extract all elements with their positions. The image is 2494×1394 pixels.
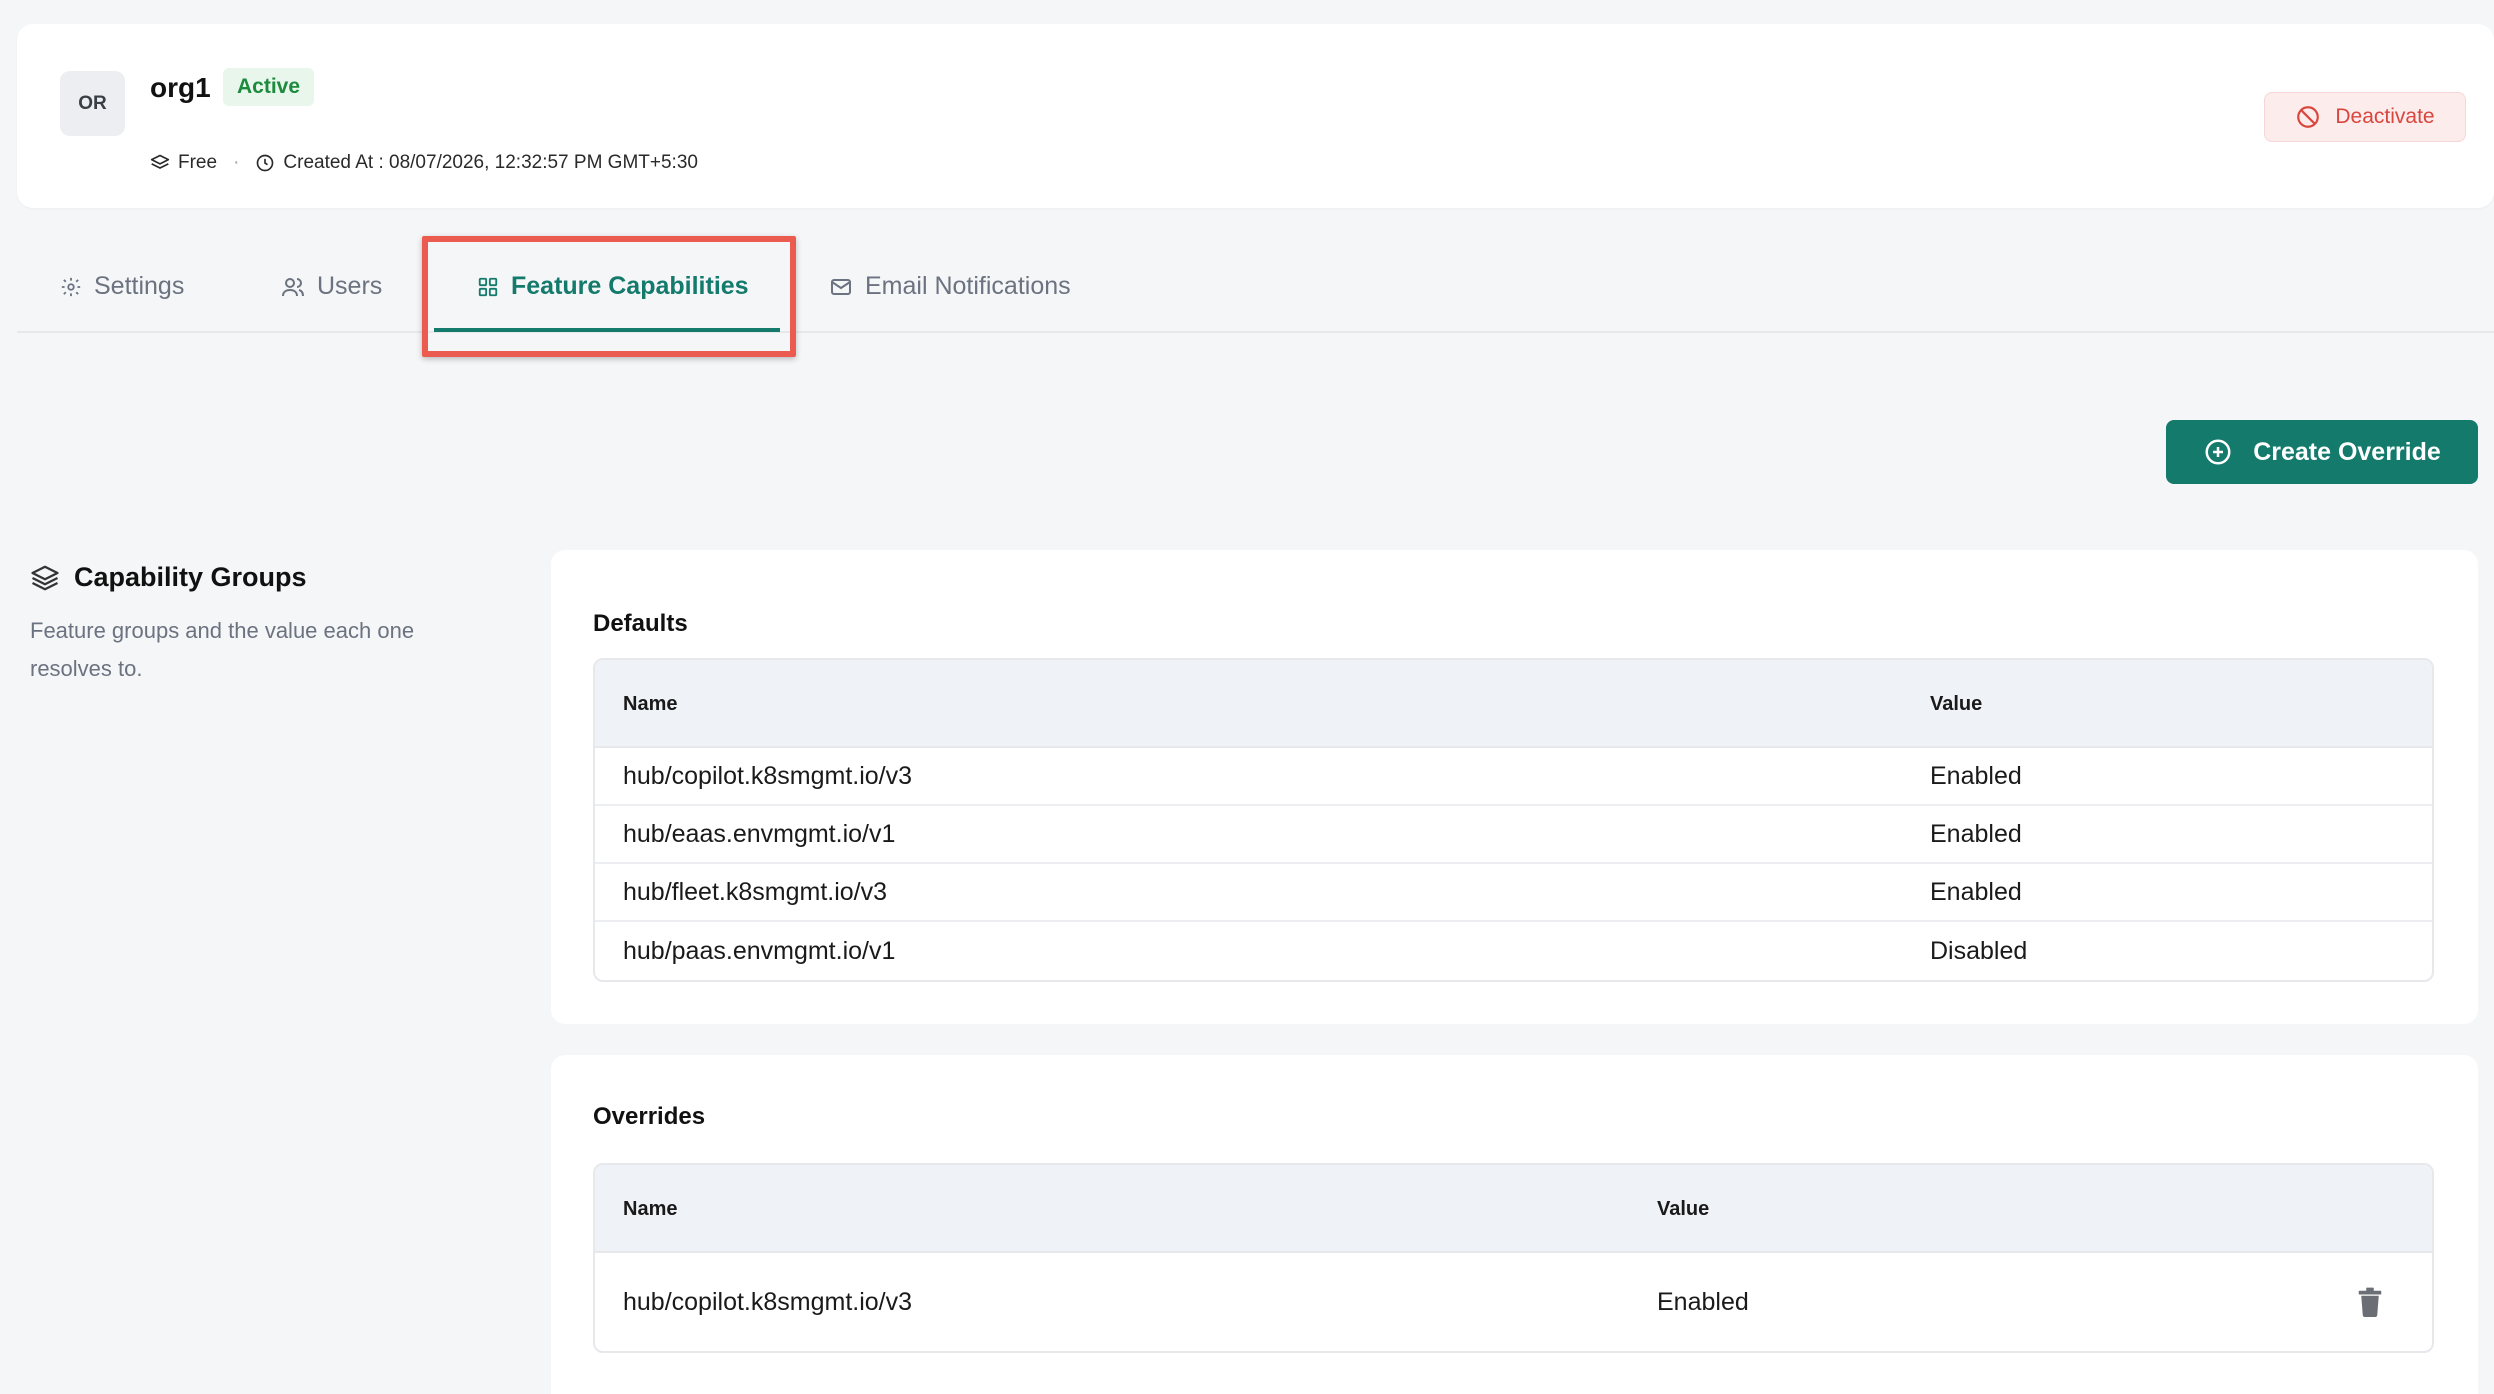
create-override-button[interactable]: Create Override (2166, 420, 2478, 484)
plan-label: Free (178, 152, 218, 173)
org-header-card: OR org1 Active Free · Created At : 08/07… (17, 24, 2494, 208)
column-header-name: Name (623, 692, 678, 715)
deactivate-label: Deactivate (2335, 105, 2435, 128)
capability-groups-heading: Capability Groups (30, 562, 307, 593)
table-header: Name Value (595, 660, 2432, 748)
row-value: Enabled (1930, 877, 2022, 906)
created-at: Created At : 08/07/2026, 12:32:57 PM GMT… (283, 152, 698, 173)
ban-icon (2297, 106, 2320, 128)
table-row: hub/copilot.k8smgmt.io/v3 Enabled (595, 1253, 2432, 1351)
tab-email-notifications-label: Email Notifications (865, 272, 1071, 300)
table-header: Name Value (595, 1165, 2432, 1253)
mail-icon (831, 278, 851, 295)
row-name: hub/fleet.k8smgmt.io/v3 (623, 877, 888, 906)
column-header-value: Value (1930, 692, 1983, 715)
row-value: Enabled (1657, 1287, 1749, 1316)
users-icon (282, 277, 304, 296)
row-name: hub/paas.envmgmt.io/v1 (623, 936, 896, 965)
tab-email-notifications[interactable]: Email Notifications (829, 240, 1071, 333)
page: OR org1 Active Free · Created At : 08/07… (0, 0, 2494, 1394)
defaults-title: Defaults (593, 610, 688, 637)
org-name: org1 (150, 72, 211, 103)
create-override-label: Create Override (2253, 437, 2441, 466)
org-meta: Free · Created At : 08/07/2026, 12:32:57… (150, 152, 698, 174)
table-row: hub/fleet.k8smgmt.io/v3 Enabled (595, 864, 2432, 922)
overrides-title: Overrides (593, 1103, 706, 1130)
column-header-name: Name (623, 1197, 678, 1220)
row-value: Disabled (1930, 936, 2028, 965)
capability-groups-description: Feature groups and the value each one re… (30, 618, 415, 681)
layers-icon (31, 565, 59, 590)
layers-icon (150, 154, 170, 169)
row-value: Enabled (1930, 761, 2022, 790)
tab-settings-label: Settings (94, 272, 185, 300)
capability-groups-title: Capability Groups (74, 562, 307, 592)
tab-users[interactable]: Users (281, 240, 382, 333)
deactivate-button[interactable]: Deactivate (2264, 92, 2466, 142)
status-badge: Active (223, 68, 315, 106)
tab-users-label: Users (317, 272, 383, 300)
defaults-table: Name Value hub/copilot.k8smgmt.io/v3 Ena… (593, 658, 2434, 982)
row-value: Enabled (1930, 819, 2022, 848)
column-header-value: Value (1657, 1197, 1710, 1220)
tab-settings[interactable]: Settings (60, 240, 184, 333)
overrides-table: Name Value hub/copilot.k8smgmt.io/v3 Ena… (593, 1163, 2434, 1353)
plus-circle-icon (2205, 439, 2231, 465)
delete-override-button[interactable] (2357, 1253, 2383, 1351)
clock-icon (257, 154, 274, 172)
table-row: hub/eaas.envmgmt.io/v1 Enabled (595, 806, 2432, 864)
defaults-card: Defaults Name Value hub/copilot.k8smgmt.… (551, 550, 2478, 1024)
trash-icon (2358, 1287, 2382, 1317)
gear-icon (61, 277, 81, 296)
tab-bar: Settings Users Feature Capabilities Emai… (17, 240, 2494, 333)
row-name: hub/copilot.k8smgmt.io/v3 (623, 761, 913, 790)
row-name: hub/copilot.k8smgmt.io/v3 (623, 1287, 913, 1316)
highlight-box (422, 236, 796, 357)
overrides-card: Overrides Name Value hub/copilot.k8smgmt… (551, 1055, 2478, 1394)
table-row: hub/copilot.k8smgmt.io/v3 Enabled (595, 748, 2432, 806)
org-avatar: OR (60, 71, 125, 136)
table-row: hub/paas.envmgmt.io/v1 Disabled (595, 922, 2432, 980)
row-name: hub/eaas.envmgmt.io/v1 (623, 819, 896, 848)
meta-separator: · (233, 152, 240, 173)
